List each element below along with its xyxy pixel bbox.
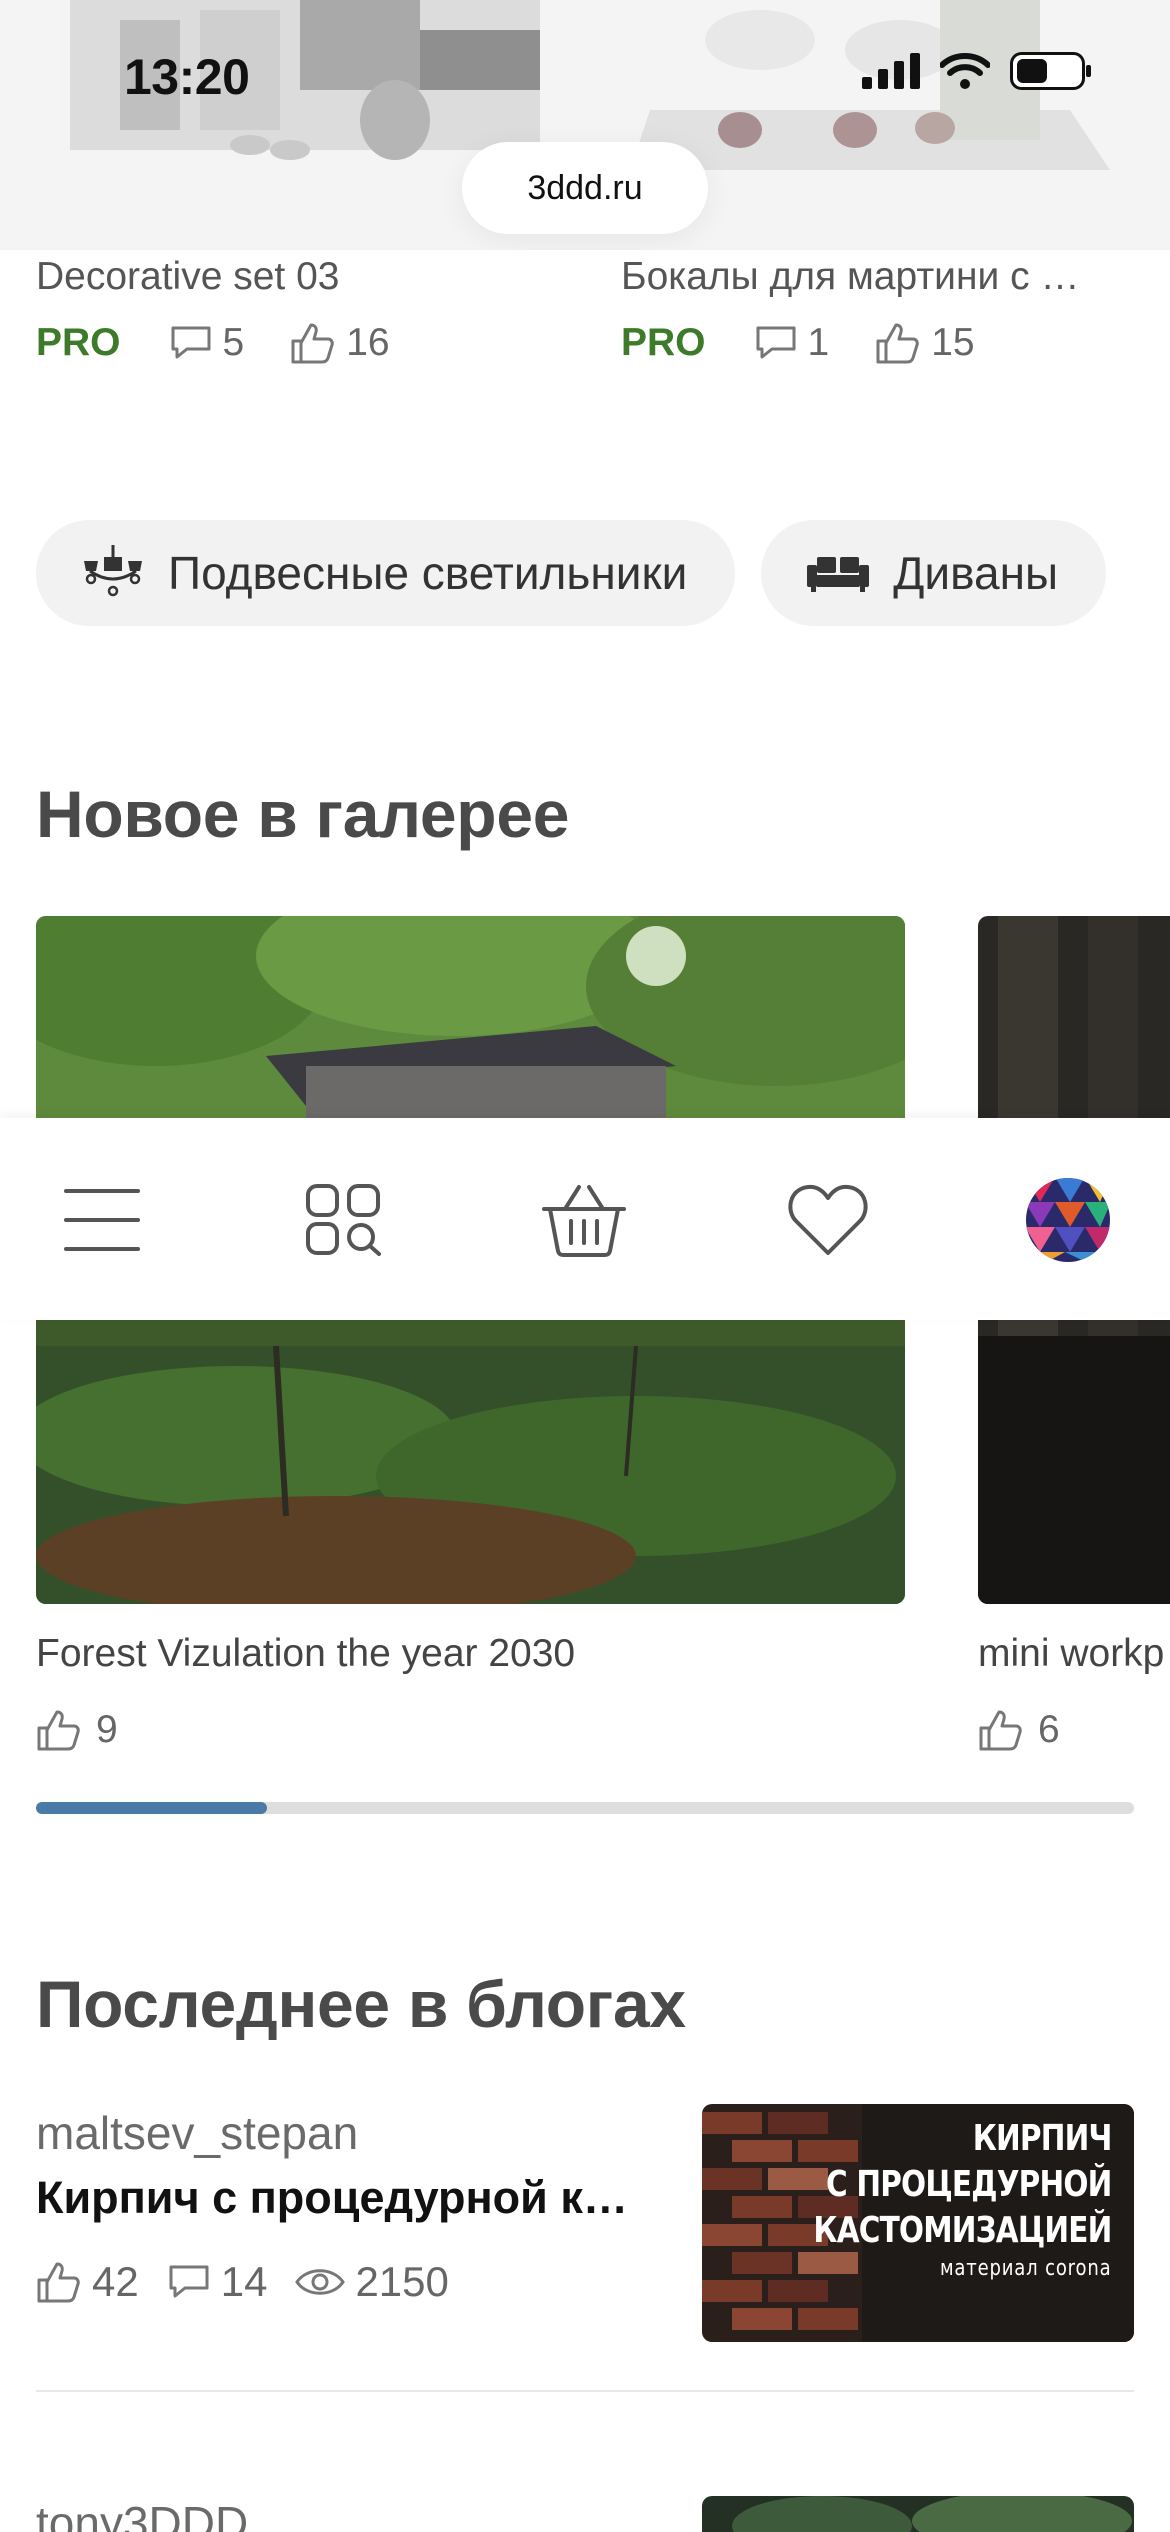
thumbs-up-icon [979,1710,1022,1751]
likes-count: 16 [290,321,390,365]
thumbnail-line: КАСТОМИЗАЦИЕЙ [813,2210,1113,2251]
catalog-search-button[interactable] [296,1172,392,1268]
likes-value: 42 [92,2258,139,2305]
thumbnail-line: С ПРОЦЕДУРНОЙ [826,2164,1113,2205]
likes-value: 9 [96,1708,118,1751]
likes-value: 16 [346,321,390,364]
comment-icon [171,326,211,359]
signal-icon [862,53,920,89]
battery-icon [1010,52,1091,90]
comments-count: 5 [169,321,245,365]
menu-button[interactable] [54,1172,150,1268]
product-title[interactable]: Бокалы для мартини с … [621,255,1121,299]
pro-badge: PRO [36,321,121,364]
product-card[interactable]: Decorative set 03 PRO 5 16 [36,255,536,365]
blog-thumbnail[interactable] [702,2496,1134,2532]
blog-title[interactable]: Кирпич с процедурной к… [36,2172,636,2224]
bottom-tab-bar [0,1118,1170,1320]
category-chip-sofas[interactable]: Диваны [761,520,1107,626]
chandelier-icon [84,545,142,597]
category-chip-label: Диваны [893,547,1059,599]
blog-author[interactable]: tony3DDD [36,2496,248,2532]
product-meta: PRO 1 15 [621,321,1121,365]
comments-count: 14 [167,2258,268,2306]
category-chip-pendant-lights[interactable]: Подвесные светильники [36,520,736,626]
thumbs-up-icon [291,323,334,364]
favorites-button[interactable] [780,1172,876,1268]
status-icons [862,52,1092,90]
url-pill[interactable]: 3ddd.ru [462,142,708,234]
blog-thumbnail-text: КИРПИЧ С ПРОЦЕДУРНОЙ КАСТОМИЗАЦИЕЙ матер… [813,2116,1113,2284]
thumbnail-subtext: материал corona [940,2256,1112,2281]
category-chips: Подвесные светильники Диваны [36,520,1107,626]
likes-value: 15 [931,321,975,364]
pro-badge: PRO [621,321,706,364]
likes-count: 15 [875,321,975,365]
comment-icon [169,2265,209,2298]
category-chip-label: Подвесные светильники [168,547,688,599]
blogs-section-title: Последнее в блогах [36,1967,686,2041]
eye-icon [295,2269,346,2295]
thumbs-up-icon [37,1710,80,1751]
comments-value: 1 [807,321,830,364]
views-value: 2150 [355,2258,449,2305]
blog-divider [36,2390,1134,2392]
comments-value: 5 [222,321,245,364]
comments-count: 1 [754,321,830,365]
sofa-icon [807,557,870,592]
product-title[interactable]: Decorative set 03 [36,255,536,299]
profile-button[interactable] [1020,1172,1116,1268]
thumbs-up-icon [876,323,919,364]
basket-button[interactable] [536,1172,632,1268]
status-time: 13:20 [124,49,250,105]
views-count: 2150 [295,2258,449,2306]
basket-icon [542,1185,626,1257]
catalog-search-icon [306,1184,381,1256]
gallery-scrollbar[interactable] [36,1802,1134,1814]
product-card[interactable]: Бокалы для мартини с … PRO 1 15 [621,255,1121,365]
heart-icon [788,1184,868,1255]
wifi-icon [940,53,990,89]
product-thumbnails-strip: 13:20 3ddd.ru [0,0,1170,250]
thumbnail-line: КИРПИЧ [973,2118,1113,2159]
avatar [1026,1178,1110,1262]
gallery-item-title[interactable]: mini workp [978,1632,1164,1676]
comments-value: 14 [220,2258,268,2305]
product-meta: PRO 5 16 [36,321,536,365]
gallery-item-likes: 6 [978,1708,1060,1752]
comment-icon [756,326,796,359]
blog-meta: 42 14 2150 [36,2258,477,2306]
thumbs-up-icon [37,2262,80,2303]
gallery-section-title: Новое в галерее [36,777,570,851]
likes-value: 6 [1038,1708,1060,1751]
gallery-item-likes: 9 [36,1708,118,1752]
gallery-item-title[interactable]: Forest Vizulation the year 2030 [36,1632,575,1676]
gallery-scrollbar-thumb[interactable] [36,1802,267,1814]
likes-count: 42 [36,2258,139,2306]
blog-author[interactable]: maltsev_stepan [36,2106,358,2160]
blog-thumbnail[interactable]: КИРПИЧ С ПРОЦЕДУРНОЙ КАСТОМИЗАЦИЕЙ матер… [702,2104,1134,2342]
menu-icon [64,1189,140,1251]
